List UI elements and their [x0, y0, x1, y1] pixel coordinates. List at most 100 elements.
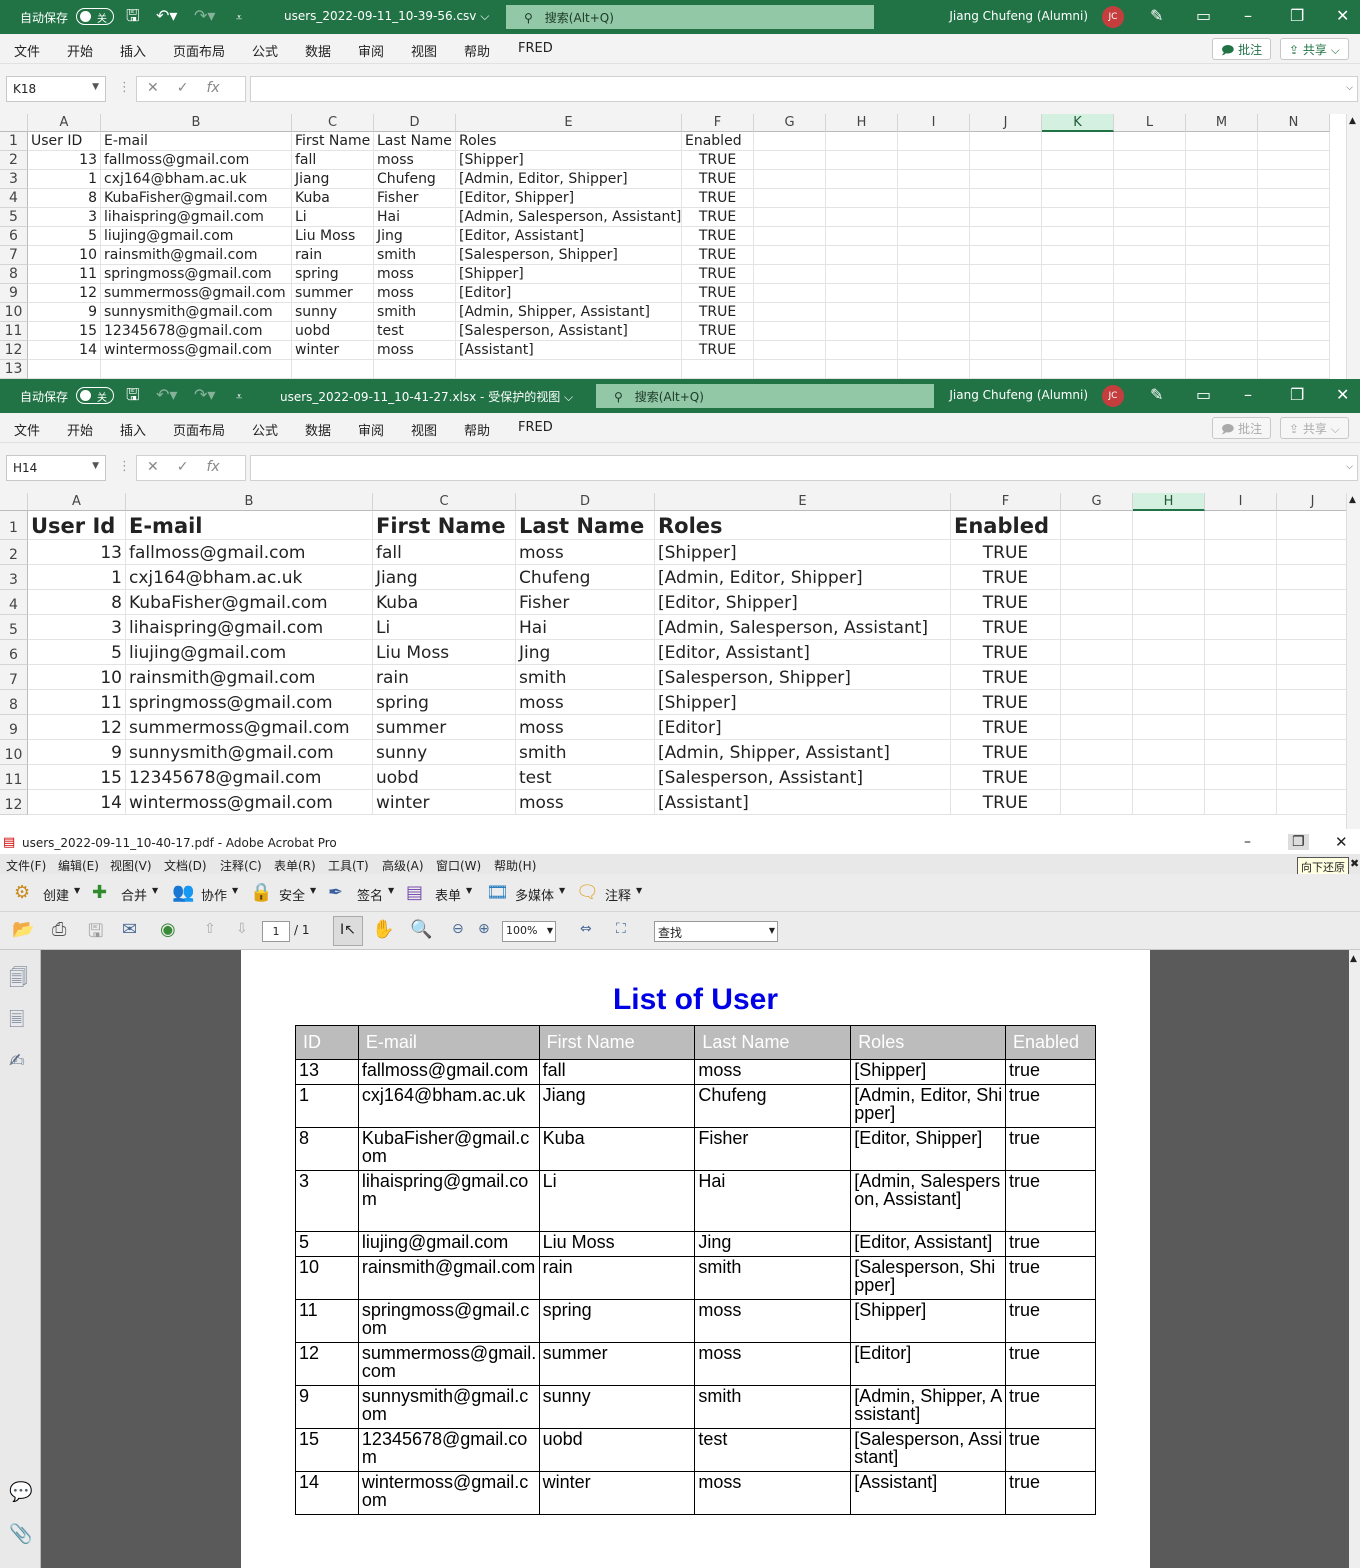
table-cell[interactable] — [970, 322, 1042, 341]
formula-input[interactable]: ⌵ — [250, 76, 1358, 102]
table-cell[interactable] — [1186, 189, 1258, 208]
column-header-j[interactable]: J — [1277, 493, 1349, 511]
table-cell[interactable] — [1258, 246, 1330, 265]
table-cell[interactable]: lihaispring@gmail.com — [101, 208, 292, 227]
table-cell[interactable]: [Shipper] — [655, 690, 951, 715]
table-cell[interactable]: TRUE — [682, 227, 754, 246]
table-cell[interactable] — [1277, 665, 1349, 690]
table-cell[interactable]: KubaFisher@gmail.com — [101, 189, 292, 208]
table-cell[interactable] — [1186, 303, 1258, 322]
table-cell[interactable]: Li — [292, 208, 374, 227]
redo-icon[interactable]: ↷▾ — [194, 387, 215, 403]
header-cell[interactable]: User Id — [28, 511, 126, 540]
header-cell[interactable] — [970, 132, 1042, 151]
table-cell[interactable]: TRUE — [682, 284, 754, 303]
table-cell[interactable] — [1061, 715, 1133, 740]
table-cell[interactable] — [1277, 640, 1349, 665]
table-cell[interactable]: smith — [516, 665, 655, 690]
empty-cell[interactable] — [292, 360, 374, 379]
table-cell[interactable]: TRUE — [682, 322, 754, 341]
acrobat-menu-item[interactable]: 帮助(H) — [494, 857, 536, 874]
table-cell[interactable] — [1061, 740, 1133, 765]
column-header-e[interactable]: E — [456, 114, 682, 132]
table-cell[interactable]: uobd — [292, 322, 374, 341]
table-cell[interactable] — [1042, 170, 1114, 189]
table-cell[interactable] — [1114, 208, 1186, 227]
close-icon[interactable]: ✕ — [1336, 385, 1349, 404]
header-cell[interactable] — [898, 132, 970, 151]
table-cell[interactable] — [1133, 540, 1205, 565]
insert-function-icon[interactable]: fx — [206, 459, 219, 475]
table-cell[interactable] — [970, 246, 1042, 265]
acrobat-menu-item[interactable]: 表单(R) — [274, 857, 316, 874]
close-icon[interactable]: ✕ — [1336, 6, 1349, 25]
empty-cell[interactable] — [682, 360, 754, 379]
table-cell[interactable] — [826, 284, 898, 303]
table-cell[interactable]: 1 — [28, 170, 101, 189]
table-cell[interactable]: [Shipper] — [456, 265, 682, 284]
row-header[interactable]: 3 — [0, 565, 28, 590]
toolbar-button-7[interactable]: 多媒体 — [515, 885, 554, 904]
signatures-icon[interactable]: ✍ — [9, 1050, 25, 1072]
table-cell[interactable]: 14 — [28, 341, 101, 360]
scroll-up-icon[interactable]: ▲ — [1349, 116, 1356, 126]
table-cell[interactable]: Jiang — [292, 170, 374, 189]
row-header[interactable]: 1 — [0, 132, 28, 151]
tab-page-layout[interactable]: 页面布局 — [173, 420, 225, 439]
table-cell[interactable] — [754, 208, 826, 227]
table-cell[interactable]: 9 — [28, 303, 101, 322]
column-header-f[interactable]: F — [951, 493, 1061, 511]
table-cell[interactable]: 11 — [28, 690, 126, 715]
column-header-j[interactable]: J — [970, 114, 1042, 132]
table-cell[interactable]: KubaFisher@gmail.com — [126, 590, 373, 615]
chevron-down-icon[interactable]: ▼ — [310, 886, 316, 895]
table-cell[interactable]: TRUE — [951, 690, 1061, 715]
table-cell[interactable] — [1205, 690, 1277, 715]
row-header[interactable]: 12 — [0, 790, 28, 815]
comments-button[interactable]: 🗩 批注 — [1212, 417, 1272, 439]
table-cell[interactable] — [898, 265, 970, 284]
empty-cell[interactable] — [826, 360, 898, 379]
save-icon[interactable]: 🖫 — [126, 8, 140, 24]
customize-toolbar-icon[interactable]: ⩡ — [236, 389, 242, 405]
table-cell[interactable]: TRUE — [682, 170, 754, 189]
table-cell[interactable]: [Editor, Assistant] — [456, 227, 682, 246]
table-cell[interactable] — [826, 208, 898, 227]
expand-formula-icon[interactable]: ⌵ — [1346, 462, 1353, 472]
table-cell[interactable] — [970, 303, 1042, 322]
table-cell[interactable] — [1061, 540, 1133, 565]
table-cell[interactable]: smith — [374, 303, 456, 322]
acrobat-menu-item[interactable]: 视图(V) — [110, 857, 152, 874]
table-cell[interactable] — [1114, 303, 1186, 322]
tab-fred[interactable]: FRED — [518, 41, 553, 56]
column-header-d[interactable]: D — [374, 114, 456, 132]
vertical-scrollbar[interactable]: ▲ — [1349, 950, 1360, 1568]
expand-formula-icon[interactable]: ⌵ — [1346, 83, 1353, 93]
table-cell[interactable]: Chufeng — [374, 170, 456, 189]
table-cell[interactable] — [898, 246, 970, 265]
table-cell[interactable] — [898, 341, 970, 360]
acrobat-menu-item[interactable]: 工具(T) — [328, 857, 369, 874]
table-cell[interactable]: 13 — [28, 151, 101, 170]
table-cell[interactable]: lihaispring@gmail.com — [126, 615, 373, 640]
avatar[interactable]: JC — [1102, 385, 1124, 407]
table-cell[interactable]: sunny — [373, 740, 516, 765]
table-cell[interactable] — [1114, 246, 1186, 265]
table-cell[interactable]: [Editor] — [655, 715, 951, 740]
share-button[interactable]: ⇪ 共享 ⌵ — [1280, 38, 1349, 60]
next-page-icon[interactable]: ⇩ — [236, 921, 248, 937]
table-cell[interactable] — [1277, 565, 1349, 590]
bookmarks-icon[interactable]: 🗏 — [9, 1006, 24, 1038]
restore-icon[interactable]: ❐ — [1290, 6, 1304, 25]
table-cell[interactable] — [1133, 790, 1205, 815]
tooltip-close-icon[interactable]: ✖ — [1350, 857, 1359, 870]
table-cell[interactable]: sunnysmith@gmail.com — [101, 303, 292, 322]
table-cell[interactable]: TRUE — [951, 765, 1061, 790]
table-cell[interactable]: summermoss@gmail.com — [126, 715, 373, 740]
row-header[interactable]: 10 — [0, 740, 28, 765]
column-header-a[interactable]: A — [28, 114, 101, 132]
sign-icon[interactable]: ✒ — [328, 882, 343, 903]
table-cell[interactable] — [1258, 227, 1330, 246]
empty-cell[interactable] — [1258, 360, 1330, 379]
table-cell[interactable]: fall — [292, 151, 374, 170]
